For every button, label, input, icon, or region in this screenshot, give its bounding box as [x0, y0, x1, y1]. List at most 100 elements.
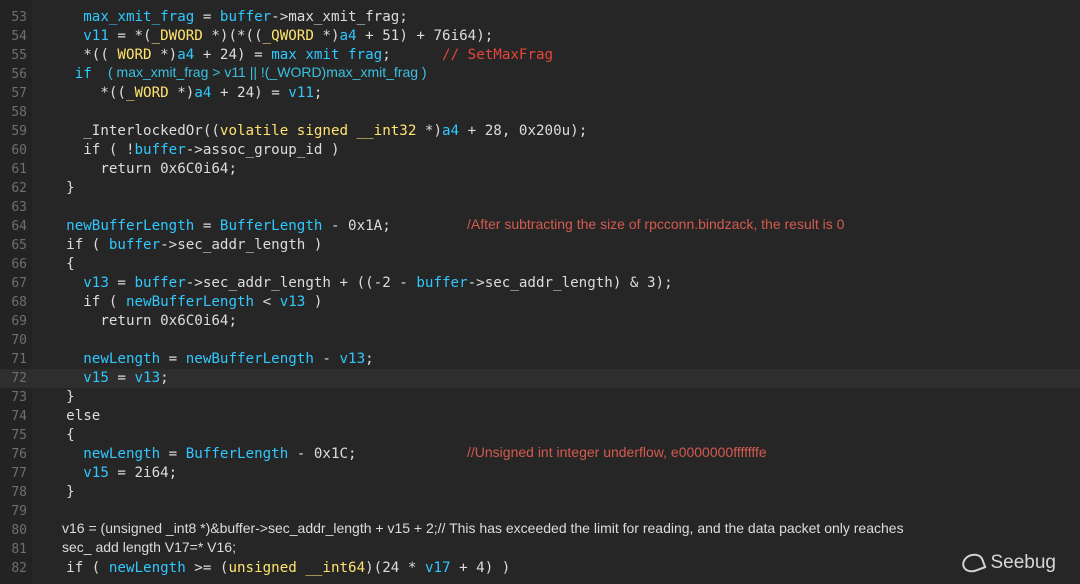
annotation-line-80: v16 = (unsigned _int8 *)&buffer->sec_add…: [62, 520, 904, 536]
code-line-67: 67 v13 = buffer->sec_addr_length + ((-2 …: [0, 274, 1080, 293]
code-token: BufferLength: [185, 446, 289, 462]
code-token: *((: [32, 85, 126, 101]
code-token: *)(*((: [202, 28, 263, 44]
code-line-57: 57 *((_WORD *)a4 + 24) = v11;: [0, 84, 1080, 103]
seebug-watermark: Seebug: [960, 550, 1056, 576]
code-token: {: [32, 256, 75, 272]
code-line-73: 73 }: [0, 388, 1080, 407]
line-number: 76: [11, 447, 27, 462]
line-number: 65: [11, 238, 27, 253]
code-token: ;: [382, 47, 443, 63]
watermark-text: Seebug: [990, 552, 1056, 573]
code-token: a4: [194, 85, 212, 101]
code-token: v15: [83, 465, 109, 481]
code-token: -: [313, 351, 340, 367]
code-line-65: 65 if ( buffer->sec_addr_length ): [0, 236, 1080, 255]
code-token: v11: [83, 28, 109, 44]
code-token: return 0x6C0i64;: [32, 161, 237, 177]
code-token: ->assoc_group_id ): [185, 142, 340, 158]
code-token: + 4) ): [450, 560, 511, 576]
code-line-55: 55 *(( WORD *)a4 + 24) = max xmit frag; …: [0, 46, 1080, 65]
code-token: {: [32, 427, 75, 443]
code-token: v13: [279, 294, 306, 310]
code-text: if ( newLength >= (unsigned __int64)(24 …: [32, 559, 510, 578]
code-token: if (: [32, 294, 126, 310]
code-text: v15 = v13;: [32, 369, 169, 388]
code-token: + 51) + 76i64);: [356, 28, 494, 44]
code-token: }: [32, 180, 75, 196]
line-number: 72: [11, 371, 27, 386]
line-number: 75: [11, 428, 27, 443]
code-text: if ( !buffer->assoc_group_id ): [32, 141, 340, 160]
code-line-54: 54 v11 = *(_DWORD *)(*((_QWORD *)a4 + 51…: [0, 27, 1080, 46]
line-number: 54: [11, 29, 27, 44]
code-token: else: [32, 408, 101, 424]
code-token: if (: [32, 560, 109, 576]
code-line-68: 68 if ( newBufferLength < v13 ): [0, 293, 1080, 312]
line-number: 60: [11, 143, 27, 158]
code-token: newBufferLength: [66, 218, 195, 234]
code-token: + 28, 0x200u);: [459, 123, 588, 139]
code-text: {: [32, 426, 75, 445]
line-number: 70: [11, 333, 27, 348]
code-token: *((: [32, 47, 118, 63]
code-token: WORD: [117, 47, 152, 63]
code-line-77: 77 v15 = 2i64;: [0, 464, 1080, 483]
annotation-line-64: /After subtracting the size of rpcconn.b…: [467, 216, 845, 232]
code-line-71: 71 newLength = newBufferLength - v13;: [0, 350, 1080, 369]
code-token: =: [108, 275, 135, 291]
code-text: newLength = newBufferLength - v13;: [32, 350, 373, 369]
code-token: }: [32, 389, 75, 405]
code-line-66: 66 {: [0, 255, 1080, 274]
code-token: ->sec_addr_length) & 3);: [467, 275, 673, 291]
code-token: ;: [160, 370, 169, 386]
code-text: newLength = BufferLength - 0x1C;: [32, 445, 357, 464]
code-token: _QWORD: [262, 28, 314, 44]
code-token: =: [160, 446, 186, 462]
line-number: 61: [11, 162, 27, 177]
code-token: v17: [424, 560, 451, 576]
code-line-53: 53 max_xmit_frag = buffer->max_xmit_frag…: [0, 8, 1080, 27]
code-text: *(( WORD *)a4 + 24) = max xmit frag; // …: [32, 46, 553, 65]
code-token: v11: [288, 85, 314, 101]
code-token: buffer: [416, 275, 468, 291]
code-line-75: 75 {: [0, 426, 1080, 445]
line-number: 63: [11, 200, 27, 215]
code-text: return 0x6C0i64;: [32, 312, 237, 331]
code-token: if (: [32, 237, 109, 253]
line-number: 82: [11, 561, 27, 576]
code-line-58: 58: [0, 103, 1080, 122]
annotation-line-81: sec_ add length V17=* V16;: [62, 539, 236, 555]
code-line-60: 60 if ( !buffer->assoc_group_id ): [0, 141, 1080, 160]
code-token: >= (: [185, 560, 229, 576]
code-token: _InterlockedOr((: [32, 123, 220, 139]
code-token: )(24 *: [365, 560, 425, 576]
code-line-62: 62 }: [0, 179, 1080, 198]
code-token: - 0x1C;: [288, 446, 357, 462]
line-number: 57: [11, 86, 27, 101]
line-number: 77: [11, 466, 27, 481]
line-number: 81: [11, 542, 27, 557]
code-token: = *(: [108, 28, 152, 44]
code-token: *): [416, 123, 443, 139]
code-token: newLength: [83, 351, 161, 367]
code-viewer: 53 max_xmit_frag = buffer->max_xmit_frag…: [0, 0, 1080, 584]
code-line-74: 74 else: [0, 407, 1080, 426]
line-number: 69: [11, 314, 27, 329]
code-line-72: 72 v15 = v13;: [0, 369, 1080, 388]
code-token: max xmit frag: [271, 47, 383, 63]
code-token: newBufferLength: [185, 351, 314, 367]
code-text: max_xmit_frag = buffer->max_xmit_frag;: [32, 8, 408, 27]
line-number: 56: [11, 67, 27, 82]
code-line-63: 63: [0, 198, 1080, 217]
code-token: *): [313, 28, 340, 44]
code-token: v13: [83, 275, 109, 291]
code-text: *((_WORD *)a4 + 24) = v11;: [32, 84, 322, 103]
code-text: }: [32, 388, 75, 407]
annotation-line-76: //Unsigned int integer underflow, e00000…: [467, 444, 767, 460]
code-text: _InterlockedOr((volatile signed __int32 …: [32, 122, 587, 141]
code-token: *): [168, 85, 195, 101]
